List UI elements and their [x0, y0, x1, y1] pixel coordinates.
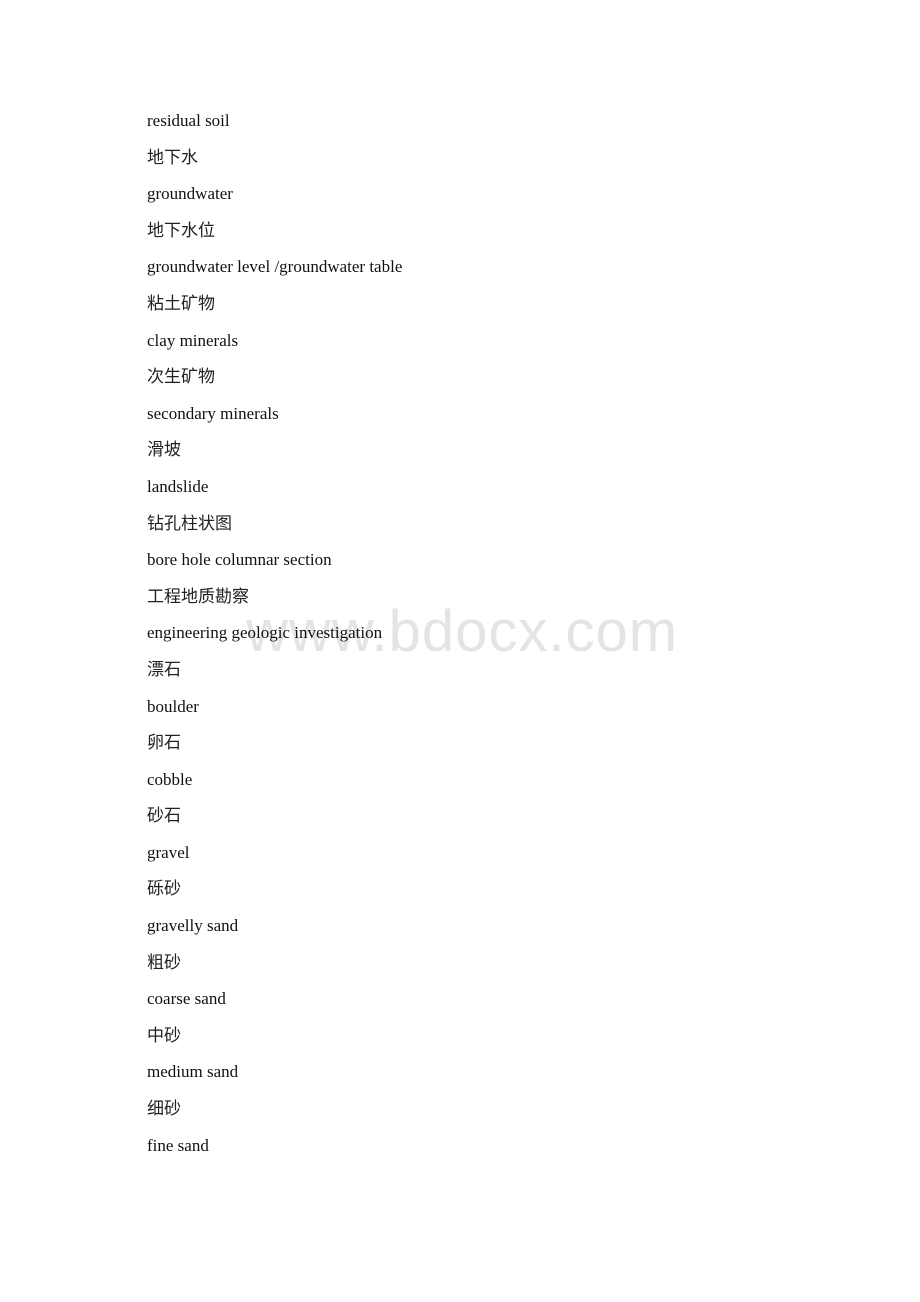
glossary-term-zh: 滑坡 [147, 440, 181, 461]
glossary-term-zh: 工程地质勘察 [147, 586, 249, 607]
glossary-term-en: clay minerals [147, 330, 239, 350]
glossary-term-zh: 粘土矿物 [147, 293, 215, 314]
glossary-term-en: landslide [147, 476, 209, 496]
glossary-term-en: groundwater level /groundwater table [147, 257, 403, 277]
glossary-term-en: fine sand [147, 1135, 209, 1155]
glossary-term-en: medium sand [147, 1062, 239, 1082]
glossary-term-zh: 砾砂 [147, 879, 181, 900]
glossary-term-en: bore hole columnar section [147, 550, 332, 570]
glossary-term-en: residual soil [147, 111, 230, 130]
glossary-term-en: groundwater [147, 184, 233, 204]
glossary-term-en: gravelly sand [147, 916, 239, 936]
glossary-term-zh: 粗砂 [147, 952, 181, 973]
glossary-term-en: engineering geologic investigation [147, 623, 383, 643]
glossary-term-zh: 卵石 [147, 733, 181, 754]
glossary-term-en: cobble [147, 769, 193, 789]
document-page: www.bdocx.com residual soil 地下水 groundwa… [0, 0, 920, 1302]
glossary-term-en: secondary minerals [147, 403, 279, 423]
glossary-list: residual soil 地下水 groundwater 地下水位 groun… [147, 110, 402, 1171]
glossary-term-en: gravel [147, 842, 190, 862]
glossary-term-en: boulder [147, 696, 199, 716]
glossary-term-zh: 地下水位 [147, 220, 215, 241]
glossary-term-en: coarse sand [147, 989, 226, 1009]
glossary-term-zh: 漂石 [147, 659, 181, 680]
glossary-term-zh: 钻孔柱状图 [147, 513, 232, 534]
glossary-term-zh: 地下水 [147, 147, 198, 168]
glossary-term-zh: 次生矿物 [147, 367, 215, 388]
glossary-term-zh: 中砂 [147, 1025, 181, 1046]
glossary-term-zh: 砂石 [147, 806, 181, 827]
glossary-term-zh: 细砂 [147, 1099, 181, 1120]
